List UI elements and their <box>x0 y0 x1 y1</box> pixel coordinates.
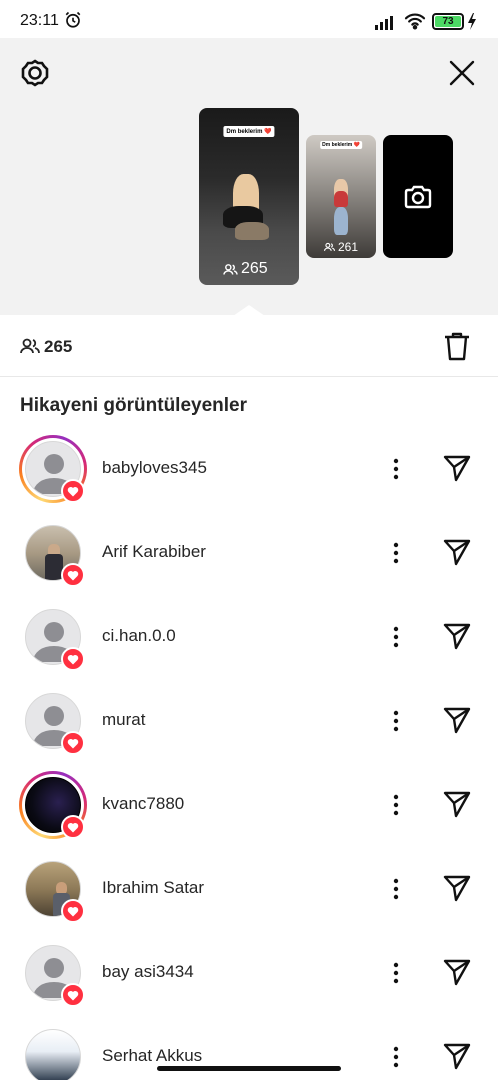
story-figure <box>235 222 269 240</box>
battery-level: 73 <box>435 16 461 27</box>
viewer-username[interactable]: kvanc7880 <box>102 794 184 814</box>
list-item[interactable]: babyloves345 <box>0 428 498 512</box>
avatar-wrap[interactable] <box>19 939 87 1007</box>
story-caption: Dm beklerim ❤️ <box>320 141 362 149</box>
viewer-username[interactable]: ci.han.0.0 <box>102 626 176 646</box>
more-options-icon[interactable] <box>388 1044 404 1070</box>
heart-icon <box>61 479 85 503</box>
story-figure <box>334 191 348 207</box>
more-options-icon[interactable] <box>388 540 404 566</box>
home-indicator[interactable] <box>157 1066 341 1071</box>
story-thumbnail[interactable]: Dm beklerim ❤️ 261 <box>306 135 376 258</box>
story-figure <box>334 207 348 235</box>
heart-icon <box>61 647 85 671</box>
list-item[interactable]: bay asi3434 <box>0 932 498 1016</box>
viewer-username[interactable]: Serhat Akkus <box>102 1046 202 1066</box>
battery-icon: 73 <box>432 13 464 30</box>
avatar-wrap[interactable] <box>19 519 87 587</box>
avatar <box>25 1029 81 1080</box>
list-item[interactable]: Arif Karabiber <box>0 512 498 596</box>
avatar-wrap[interactable] <box>19 1023 87 1080</box>
close-icon[interactable] <box>449 60 475 86</box>
heart-icon <box>61 983 85 1007</box>
avatar-wrap[interactable] <box>19 855 87 923</box>
status-time: 23:11 <box>20 12 59 29</box>
story-views: 261 <box>324 240 358 254</box>
viewers-icon <box>20 338 40 354</box>
send-message-icon[interactable] <box>442 874 472 902</box>
heart-icon <box>61 899 85 923</box>
viewer-username[interactable]: Ibrahim Satar <box>102 878 204 898</box>
viewer-count: 265 <box>44 337 73 356</box>
viewer-list: babyloves345 Arif Karabiber ci.han.0.0 m… <box>0 428 498 1080</box>
heart-icon <box>61 815 85 839</box>
section-title: Hikayeni görüntüleyenler <box>20 395 248 416</box>
settings-icon[interactable] <box>20 58 50 88</box>
more-options-icon[interactable] <box>388 456 404 482</box>
alarm-icon <box>65 11 81 28</box>
heart-icon <box>61 731 85 755</box>
signal-icon <box>375 16 393 30</box>
avatar-wrap[interactable] <box>19 603 87 671</box>
avatar-wrap[interactable] <box>19 687 87 755</box>
story-view-count: 261 <box>338 240 359 254</box>
viewers-icon <box>223 263 238 275</box>
camera-icon <box>404 185 432 209</box>
viewer-username[interactable]: bay asi3434 <box>102 962 194 982</box>
story-thumbnail-current[interactable]: Dm beklerim ❤️ 265 <box>199 108 299 285</box>
more-options-icon[interactable] <box>388 792 404 818</box>
list-item[interactable]: kvanc7880 <box>0 764 498 848</box>
wifi-icon <box>404 13 426 30</box>
send-message-icon[interactable] <box>442 958 472 986</box>
send-message-icon[interactable] <box>442 454 472 482</box>
charging-icon <box>468 13 476 30</box>
trash-icon[interactable] <box>443 331 471 361</box>
list-item[interactable]: murat <box>0 680 498 764</box>
list-item[interactable]: ci.han.0.0 <box>0 596 498 680</box>
story-views: 265 <box>223 260 268 278</box>
viewer-username[interactable]: Arif Karabiber <box>102 542 206 562</box>
viewer-username[interactable]: murat <box>102 710 145 730</box>
send-message-icon[interactable] <box>442 538 472 566</box>
heart-icon <box>61 563 85 587</box>
send-message-icon[interactable] <box>442 1042 472 1070</box>
story-view-count: 265 <box>241 260 268 277</box>
viewer-summary-row: 265 <box>0 315 498 377</box>
story-header: Dm beklerim ❤️ 265 Dm beklerim ❤️ 261 <box>0 38 498 316</box>
send-message-icon[interactable] <box>442 622 472 650</box>
more-options-icon[interactable] <box>388 876 404 902</box>
viewer-username[interactable]: babyloves345 <box>102 458 207 478</box>
more-options-icon[interactable] <box>388 624 404 650</box>
status-bar: 23:11 73 <box>0 0 498 38</box>
send-message-icon[interactable] <box>442 706 472 734</box>
list-item[interactable]: Ibrahim Satar <box>0 848 498 932</box>
add-story-button[interactable] <box>383 135 453 258</box>
more-options-icon[interactable] <box>388 708 404 734</box>
avatar-with-story-ring[interactable] <box>19 435 87 503</box>
viewers-icon <box>324 242 335 251</box>
avatar-with-story-ring[interactable] <box>19 771 87 839</box>
send-message-icon[interactable] <box>442 790 472 818</box>
more-options-icon[interactable] <box>388 960 404 986</box>
story-caption: Dm beklerim ❤️ <box>223 126 275 137</box>
